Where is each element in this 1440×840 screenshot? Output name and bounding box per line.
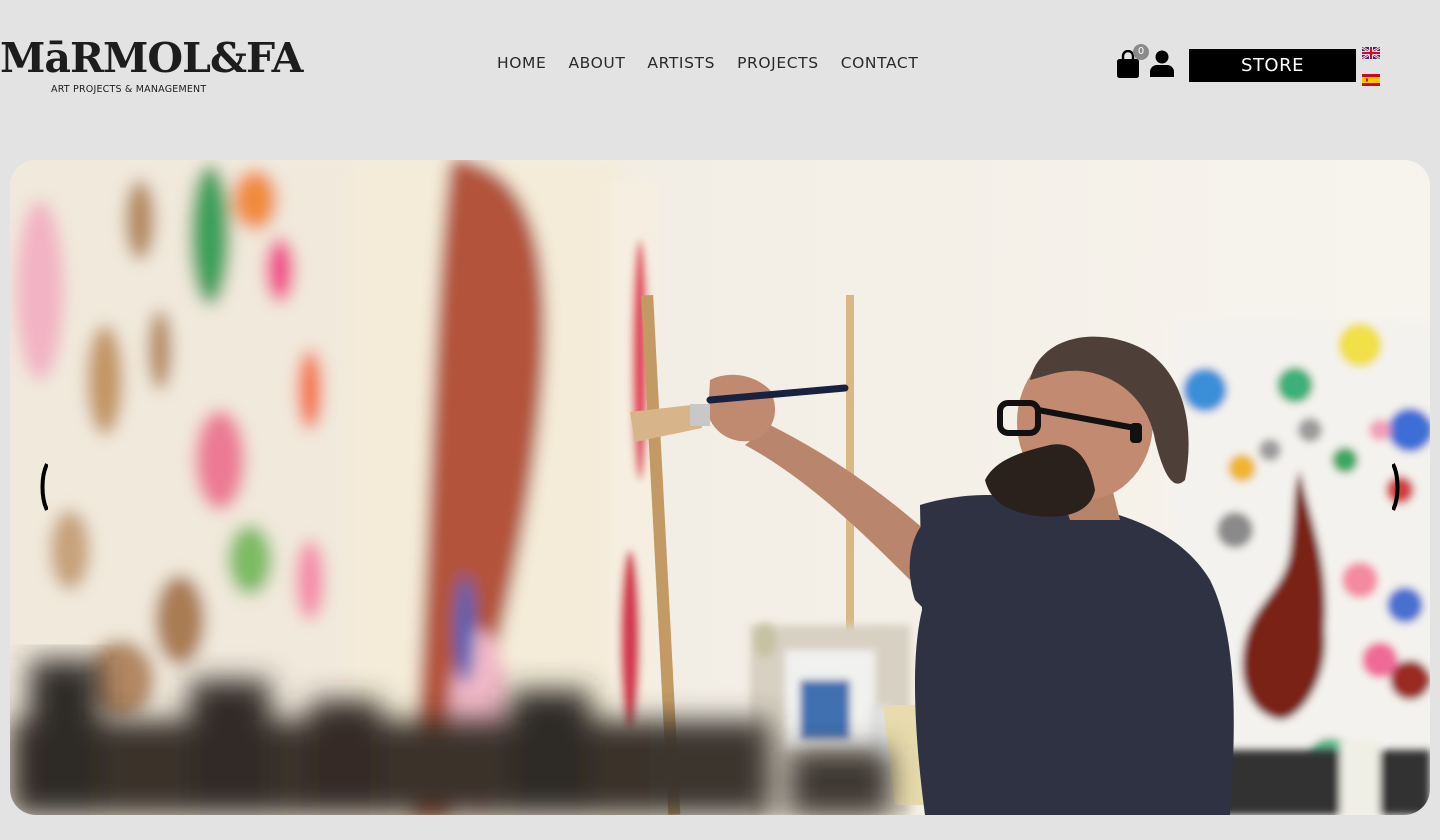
nav-projects[interactable]: PROJECTS [737,54,819,72]
spain-flag-icon [1362,74,1380,86]
store-button[interactable]: STORE [1189,49,1356,82]
language-en-flag[interactable] [1361,46,1381,60]
hero-photo [10,160,1430,815]
slider-next-button[interactable] [1391,462,1402,512]
uk-flag-icon [1361,46,1381,60]
language-es-flag[interactable] [1362,73,1380,86]
main-nav: HOME ABOUT ARTISTS PROJECTS CONTACT [497,54,940,72]
cart-button[interactable]: 0 [1116,44,1152,80]
chevron-right-icon [1391,463,1400,511]
logo-wordmark: MāRMOL&FA [0,34,303,82]
nav-artists[interactable]: ARTISTS [647,54,715,72]
account-button[interactable] [1150,50,1176,78]
hero-slider [10,160,1430,815]
user-icon [1150,50,1174,77]
cart-count-badge: 0 [1133,44,1149,60]
brand-logo[interactable]: MāRMOL&FA ART PROJECTS & MANAGEMENT [0,34,303,98]
nav-contact[interactable]: CONTACT [841,54,919,72]
slider-prev-button[interactable] [38,462,49,512]
chevron-left-icon [40,463,49,511]
nav-about[interactable]: ABOUT [568,54,625,72]
nav-home[interactable]: HOME [497,54,546,72]
logo-tagline: ART PROJECTS & MANAGEMENT [51,84,207,95]
